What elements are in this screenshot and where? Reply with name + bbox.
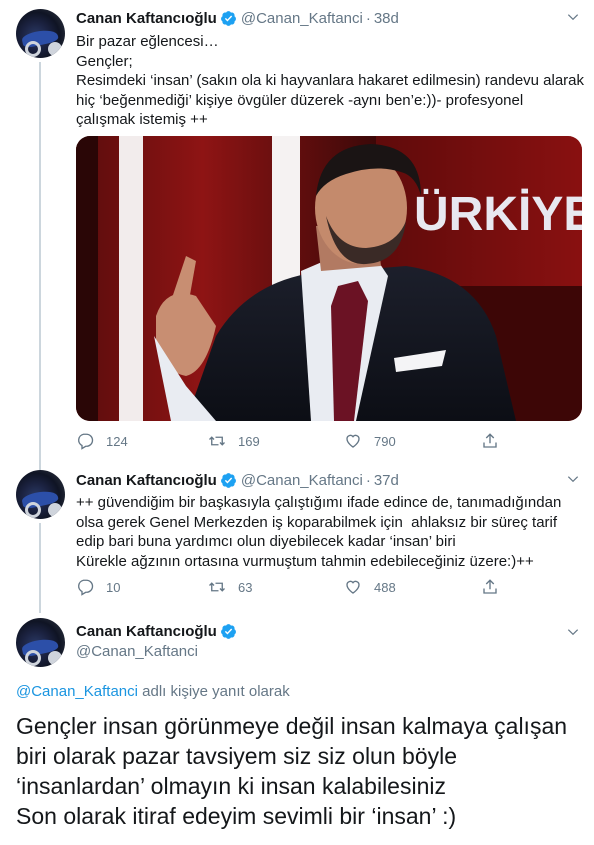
like-button[interactable]: 488	[344, 578, 396, 596]
tweet-header: Canan Kaftancıoğlu @Canan_Kaftanci · 38d	[76, 8, 399, 28]
retweet-count: 63	[238, 579, 253, 595]
like-count: 790	[374, 433, 396, 449]
reply-icon	[78, 579, 94, 596]
retweet-count: 169	[238, 433, 260, 449]
reply-count: 10	[106, 579, 121, 595]
tweet-2[interactable]: Canan Kaftancıoğlu @Canan_Kaftanci · 37d…	[0, 465, 594, 615]
tv-interview-photo: ÜRKİYE	[76, 136, 582, 421]
reply-to-suffix: adlı kişiye yanıt olarak	[137, 683, 290, 700]
reply-button[interactable]: 10	[76, 578, 120, 596]
like-icon	[346, 434, 360, 448]
tweet-media[interactable]: ÜRKİYE	[76, 136, 582, 421]
share-icon	[483, 579, 497, 594]
like-count: 488	[374, 579, 396, 595]
tweet-actions: 10 63 488	[76, 578, 506, 598]
avatar[interactable]	[16, 9, 65, 58]
author-handle[interactable]: @Canan_Kaftanci	[241, 10, 363, 27]
author-handle[interactable]: @Canan_Kaftanci	[76, 643, 198, 660]
thread-line	[39, 62, 41, 472]
main-tweet-text: Gençler insan görünmeye değil insan kalm…	[16, 713, 568, 829]
timestamp[interactable]: 37d	[374, 472, 399, 489]
share-icon	[483, 433, 497, 448]
retweet-button[interactable]: 169	[208, 432, 260, 450]
like-icon	[346, 580, 360, 594]
tweet-text: Bir pazar eğlencesi… Gençler; Resimdeki …	[76, 33, 585, 128]
thread-line	[39, 523, 41, 613]
timestamp[interactable]: 38d	[374, 10, 399, 27]
avatar[interactable]	[16, 618, 65, 667]
retweet-icon	[209, 582, 225, 592]
retweet-icon	[209, 436, 225, 446]
tweet-1[interactable]: Canan Kaftancıoğlu @Canan_Kaftanci · 38d…	[0, 0, 594, 472]
reply-icon	[78, 433, 94, 450]
separator: ·	[365, 9, 371, 27]
chevron-down-icon[interactable]	[566, 625, 580, 639]
avatar[interactable]	[16, 470, 65, 519]
reply-button[interactable]: 124	[76, 432, 128, 450]
reply-context: @Canan_Kaftanci adlı kişiye yanıt olarak	[16, 683, 290, 700]
reply-count: 124	[106, 433, 128, 449]
chevron-down-icon[interactable]	[566, 10, 580, 24]
author-name-row: Canan Kaftancıoğlu	[76, 623, 241, 640]
tweet-actions: 124 169 790	[76, 432, 506, 452]
author-name[interactable]: Canan Kaftancıoğlu	[76, 623, 217, 640]
tweet-text: ++ güvendiğim bir başkasıyla çalıştığımı…	[76, 494, 562, 570]
reply-to-link[interactable]: @Canan_Kaftanci	[16, 683, 138, 700]
screen-overlay-text: ÜRKİYE	[414, 188, 582, 241]
author-name[interactable]: Canan Kaftancıoğlu	[76, 472, 217, 489]
verified-badge-icon	[220, 624, 236, 639]
chevron-down-icon[interactable]	[566, 472, 580, 486]
verified-badge-icon	[220, 472, 236, 488]
share-button[interactable]	[481, 432, 511, 450]
tweet-header: Canan Kaftancıoğlu @Canan_Kaftanci · 37d	[76, 470, 399, 490]
like-button[interactable]: 790	[344, 432, 396, 450]
author-handle[interactable]: @Canan_Kaftanci	[241, 472, 363, 489]
author-name[interactable]: Canan Kaftancıoğlu	[76, 10, 217, 27]
verified-badge-icon	[220, 10, 236, 26]
retweet-button[interactable]: 63	[208, 578, 252, 596]
main-tweet[interactable]: Canan Kaftancıoğlu @Canan_Kaftanci @Cana…	[0, 615, 594, 845]
separator: ·	[365, 471, 371, 489]
share-button[interactable]	[481, 578, 511, 596]
